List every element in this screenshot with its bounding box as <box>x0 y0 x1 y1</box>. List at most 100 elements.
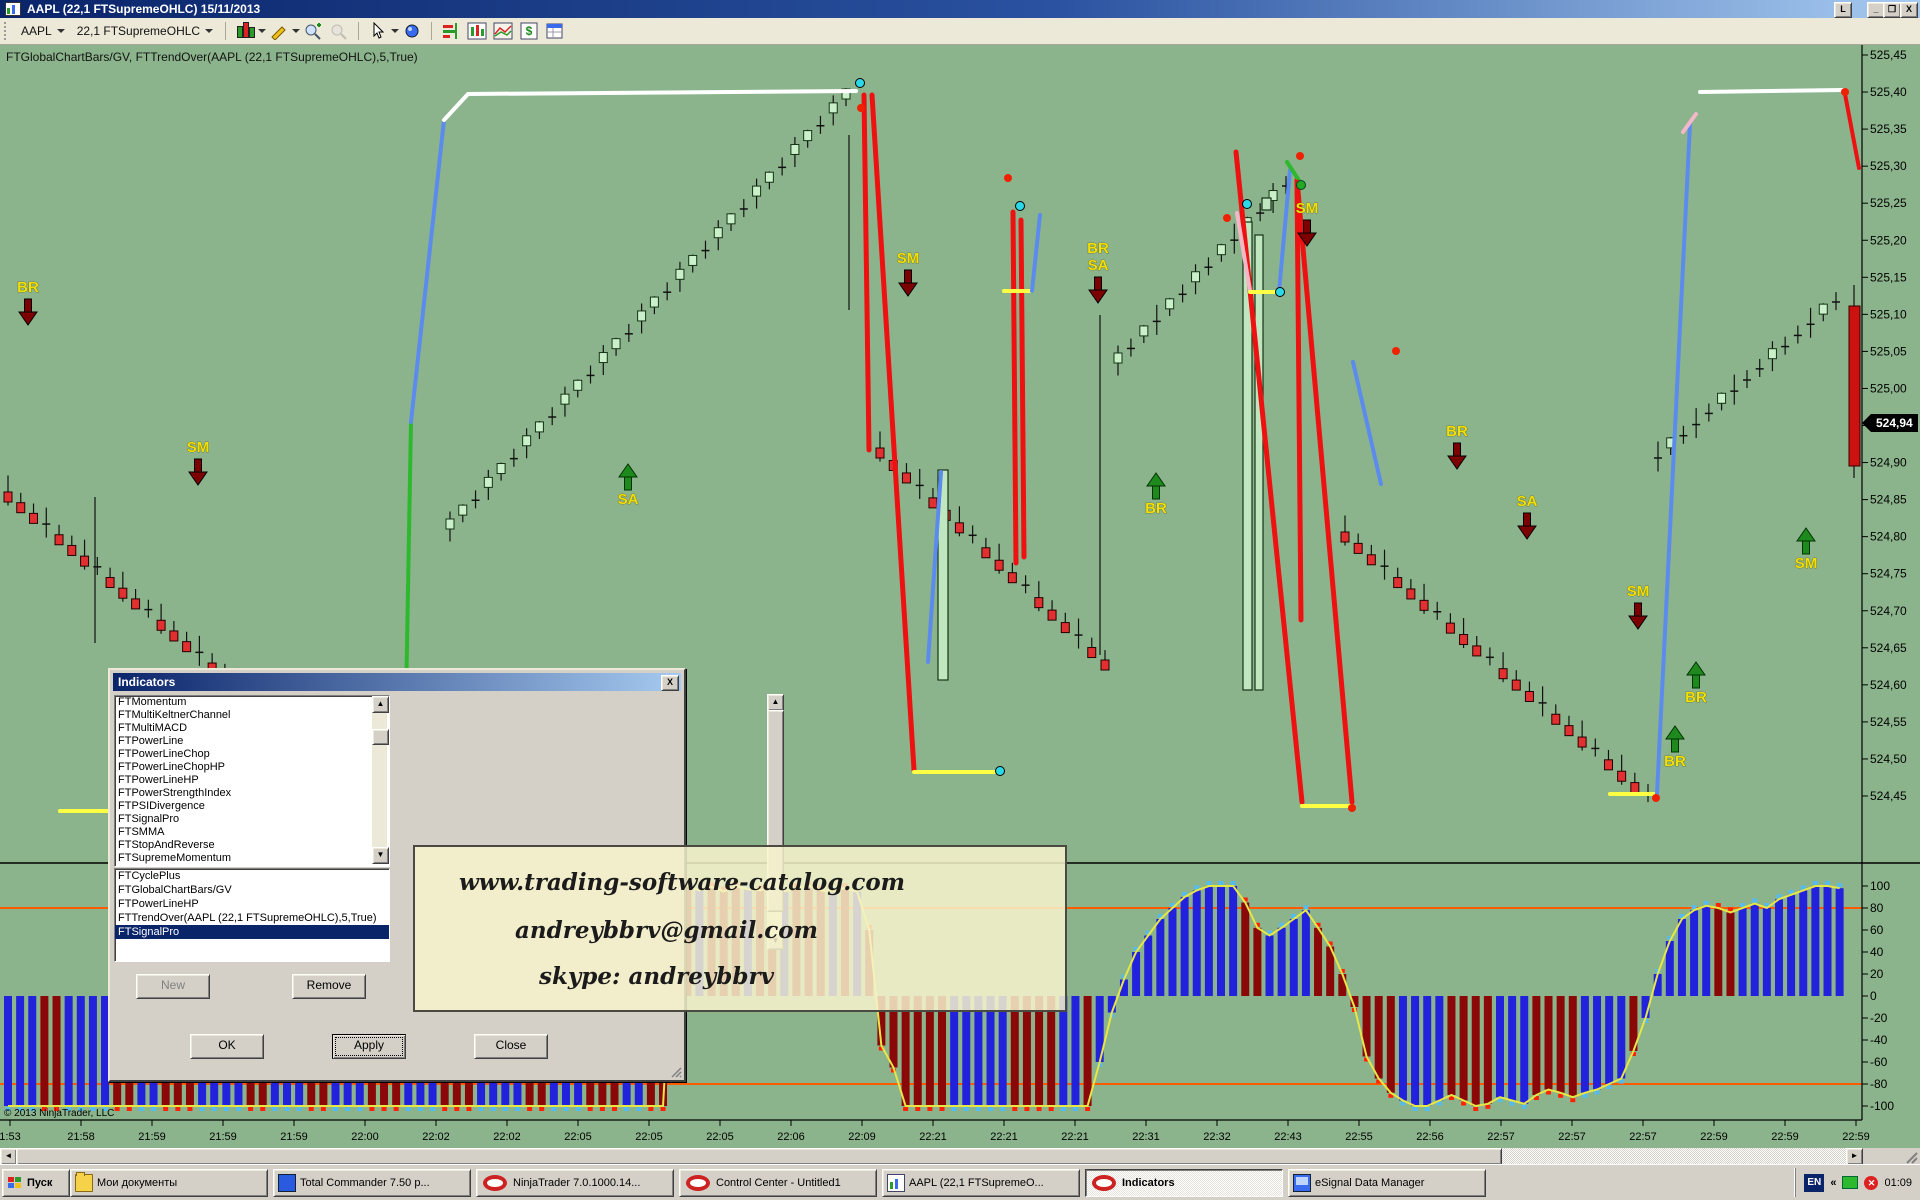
indicator-item[interactable]: FTPowerStrengthIndex <box>115 787 389 800</box>
available-list-scrollbar[interactable]: ▲ ▼ <box>372 696 387 864</box>
signal-label: SA <box>1088 257 1109 274</box>
signal-label: SA <box>618 491 639 508</box>
market-analyzer-icon[interactable] <box>441 22 461 40</box>
language-indicator[interactable]: EN <box>1804 1174 1824 1192</box>
indicator-item[interactable]: FTPowerLineChop <box>115 748 389 761</box>
security-shield-icon[interactable]: ✕ <box>1864 1176 1878 1190</box>
applied-indicator-item[interactable]: FTTrendOver(AAPL (22,1 FTSupremeOHLC),5,… <box>115 911 389 925</box>
tray-clock[interactable]: 01:09 <box>1884 1177 1912 1189</box>
dialog-title-bar[interactable]: Indicators X <box>113 673 681 691</box>
dollar-icon[interactable]: $ <box>519 22 539 40</box>
chevron-down-icon[interactable] <box>292 29 300 37</box>
time-tick-label: 21:59 <box>209 1131 237 1143</box>
link-button[interactable]: L <box>1834 2 1852 18</box>
toolbar-separator <box>358 22 359 40</box>
title-bar[interactable]: AAPL (22,1 FTSupremeOHLC) 15/11/2013 L _… <box>0 0 1920 18</box>
indicator-item[interactable]: FTPowerLineHP <box>115 774 389 787</box>
price-tick-label: 524,45 <box>1870 789 1907 803</box>
horizontal-scrollbar[interactable]: ◄ ► <box>0 1148 1920 1164</box>
time-tick-label: 22:57 <box>1558 1131 1586 1143</box>
applied-indicator-item[interactable]: FTSignalPro <box>115 925 389 939</box>
applied-indicators-list[interactable]: FTCyclePlusFTGlobalChartBars/GVFTPowerLi… <box>114 868 390 962</box>
osc-tick-label: 60 <box>1870 923 1884 937</box>
ok-button[interactable]: OK <box>190 1034 264 1059</box>
instrument-label: AAPL <box>21 24 52 38</box>
osc-tick-label: -80 <box>1870 1077 1888 1091</box>
osc-tick-label: 80 <box>1870 901 1884 915</box>
indicator-item[interactable]: FTSupremeMomentum <box>115 852 389 865</box>
zoom-out-icon[interactable] <box>329 22 349 40</box>
applied-indicator-item[interactable]: FTCyclePlus <box>115 869 389 883</box>
available-indicators-list[interactable]: FTMomentumFTMultiKeltnerChannelFTMultiMA… <box>114 695 390 867</box>
indicator-item[interactable]: FTPowerLineChopHP <box>115 761 389 774</box>
scroll-thumb[interactable] <box>372 729 389 745</box>
indicator-item[interactable]: FTMultiKeltnerChannel <box>115 709 389 722</box>
up-arrow-icon <box>1153 486 1160 499</box>
scroll-left-icon[interactable]: ◄ <box>0 1148 17 1165</box>
window-resize-grip[interactable] <box>1904 1150 1918 1164</box>
taskbar-button-label: Total Commander 7.50 p... <box>300 1177 430 1189</box>
applied-indicator-item[interactable]: FTPowerLineHP <box>115 897 389 911</box>
remove-button[interactable]: Remove <box>292 974 366 999</box>
scroll-down-icon[interactable]: ▼ <box>372 847 389 864</box>
time-tick-label: 22:32 <box>1203 1131 1231 1143</box>
price-tick-label: 525,30 <box>1870 159 1907 173</box>
scroll-up-icon[interactable]: ▲ <box>767 694 784 711</box>
scroll-up-icon[interactable]: ▲ <box>372 696 389 713</box>
interval-dropdown[interactable]: 22,1 FTSupremeOHLC <box>71 22 219 40</box>
indicator-item[interactable]: FTMultiMACD <box>115 722 389 735</box>
close-button[interactable]: X <box>1900 2 1918 18</box>
start-button[interactable]: Пуск <box>2 1169 70 1197</box>
indicator-item[interactable]: FTPowerLine <box>115 735 389 748</box>
scroll-thumb[interactable] <box>16 1148 1502 1165</box>
start-label: Пуск <box>27 1177 52 1189</box>
indicator-item[interactable]: FTMomentum <box>115 696 389 709</box>
apply-button[interactable]: Apply <box>332 1034 406 1059</box>
dialog-close-icon[interactable]: X <box>661 675 679 691</box>
chevron-down-icon[interactable] <box>258 29 266 37</box>
taskbar-button[interactable]: Total Commander 7.50 p... <box>273 1169 471 1197</box>
tray-chevron[interactable]: « <box>1830 1177 1836 1189</box>
data-grid-icon[interactable] <box>545 22 565 40</box>
applied-indicator-item[interactable]: FTGlobalChartBars/GV <box>115 883 389 897</box>
restore-button[interactable]: ❐ <box>1883 2 1901 18</box>
down-arrow-icon <box>905 270 912 283</box>
signal-label: SM <box>1795 555 1818 572</box>
taskbar-button[interactable]: AAPL (22,1 FTSupremeO... <box>882 1169 1080 1197</box>
indicator-item[interactable]: FTSMMA <box>115 826 389 839</box>
indicator-item[interactable]: FTStopAndReverse <box>115 839 389 852</box>
taskbar-button[interactable]: Control Center - Untitled1 <box>679 1169 877 1197</box>
price-tick-label: 525,15 <box>1870 270 1907 284</box>
indicator-item[interactable]: FTSignalPro <box>115 813 389 826</box>
time-tick-label: 22:55 <box>1345 1131 1373 1143</box>
line-chart-icon[interactable] <box>493 22 513 40</box>
chart-indicator-label: FTGlobalChartBars/GV, FTTrendOver(AAPL (… <box>6 50 418 64</box>
zoom-in-icon[interactable] <box>303 22 323 40</box>
bars-style-icon[interactable] <box>235 22 255 40</box>
search-icon[interactable] <box>402 22 422 40</box>
watermark-line: skype: andreybbrv <box>539 963 774 990</box>
taskbar-button[interactable]: eSignal Data Manager <box>1288 1169 1486 1197</box>
taskbar-button[interactable]: NinjaTrader 7.0.1000.14... <box>476 1169 674 1197</box>
close-dialog-button[interactable]: Close <box>474 1034 548 1059</box>
price-tick-label: 524,90 <box>1870 456 1907 470</box>
taskbar-button[interactable]: Indicators <box>1085 1169 1283 1197</box>
instrument-dropdown[interactable]: AAPL <box>15 22 71 40</box>
chevron-down-icon[interactable] <box>391 29 399 37</box>
pencil-icon[interactable] <box>269 22 289 40</box>
new-button[interactable]: New <box>136 974 210 999</box>
resize-grip[interactable] <box>670 1066 682 1078</box>
pointer-icon[interactable] <box>368 22 388 40</box>
scroll-right-icon[interactable]: ► <box>1846 1148 1863 1165</box>
network-icon[interactable] <box>1842 1176 1858 1189</box>
down-arrow-icon <box>1304 220 1311 233</box>
chart-window-icon[interactable] <box>467 22 487 40</box>
indicator-item[interactable]: FTPSIDivergence <box>115 800 389 813</box>
toolbar-separator <box>431 22 432 40</box>
osc-tick-label: -40 <box>1870 1033 1888 1047</box>
down-arrow-icon <box>25 299 32 312</box>
taskbar-button[interactable]: Мои документы <box>70 1169 268 1197</box>
time-tick-label: 22:56 <box>1416 1131 1444 1143</box>
toolbar-grip[interactable] <box>4 22 11 40</box>
price-tick-label: 525,35 <box>1870 122 1907 136</box>
